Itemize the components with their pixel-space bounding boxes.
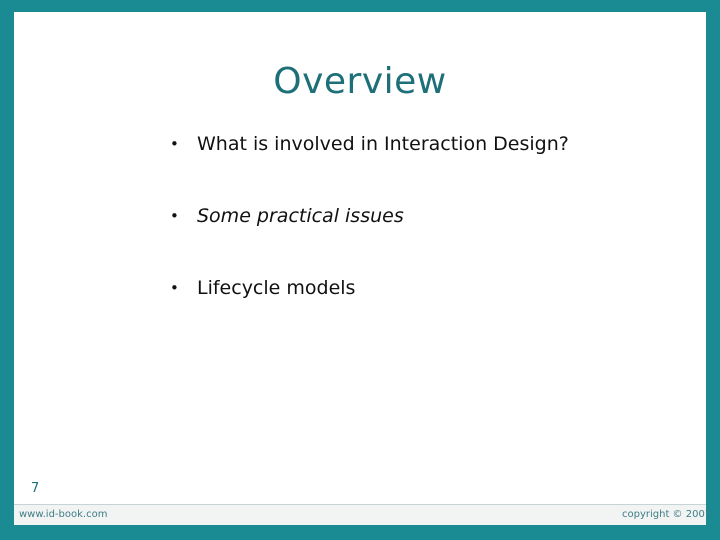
page-number: 7 xyxy=(31,481,40,496)
bullet-text: Some practical issues xyxy=(197,205,404,227)
slide-title: Overview xyxy=(273,61,447,102)
footer-copyright: copyright © 2007 xyxy=(622,509,712,520)
footer-website: www.id-book.com xyxy=(19,509,108,520)
footer-bar xyxy=(14,504,706,525)
bullet-marker: • xyxy=(170,279,179,297)
bullet-text: What is involved in Interaction Design? xyxy=(197,133,569,155)
footer-divider xyxy=(14,504,706,505)
bullet-item: • What is involved in Interaction Design? xyxy=(170,128,569,200)
bullet-marker: • xyxy=(170,135,179,153)
bullet-marker: • xyxy=(170,207,179,225)
bullet-list: • What is involved in Interaction Design?… xyxy=(170,128,569,344)
bullet-item: • Some practical issues xyxy=(170,200,569,272)
bullet-item: • Lifecycle models xyxy=(170,272,569,344)
bullet-text: Lifecycle models xyxy=(197,277,356,299)
